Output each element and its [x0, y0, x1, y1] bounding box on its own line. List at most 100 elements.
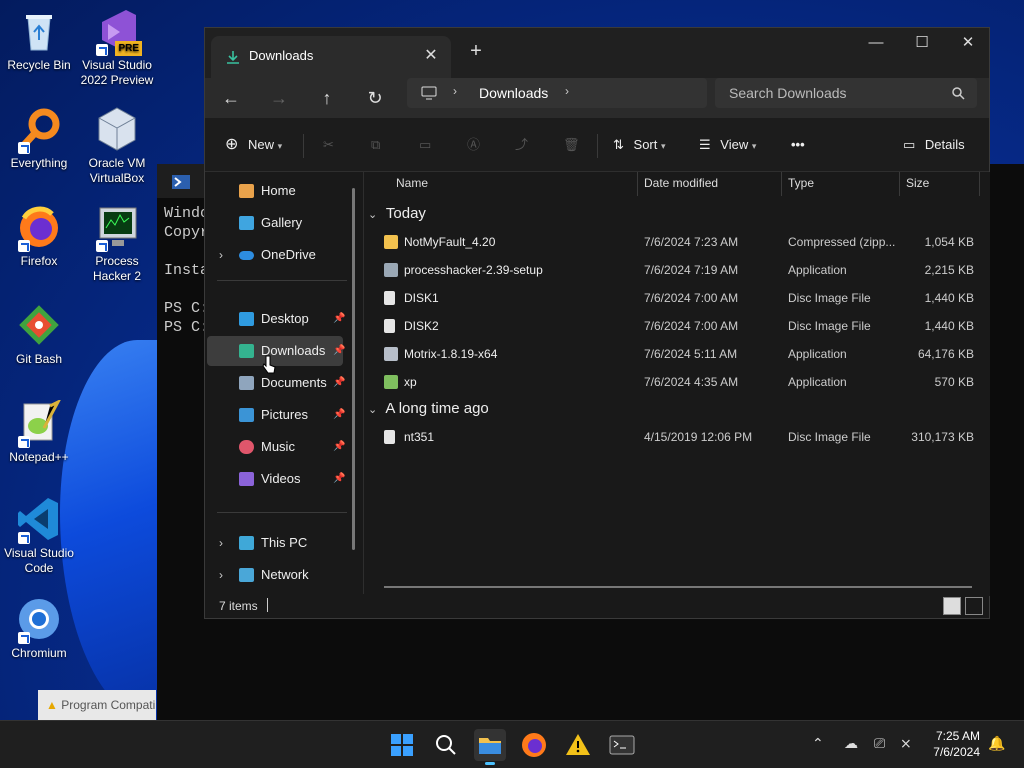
group-header-long-ago[interactable]: ⌄ A long time ago [368, 400, 489, 417]
details-button[interactable]: ▭ Details [903, 132, 965, 158]
taskbar-terminal[interactable] [606, 729, 638, 761]
sort-icon: ⇅ [613, 137, 624, 152]
sidebar-item-onedrive[interactable]: › OneDrive [207, 240, 343, 270]
network-icon[interactable]: ⎚ [874, 735, 885, 752]
pin-icon[interactable]: 📌 [333, 400, 345, 430]
sidebar-item-music[interactable]: Music 📌 [207, 432, 345, 462]
home-icon [239, 184, 254, 198]
view-icon: ☰ [699, 137, 711, 152]
sidebar-item-this-pc[interactable]: › This PC [207, 528, 343, 558]
back-button[interactable]: ← [215, 82, 247, 114]
cut-icon[interactable]: ✂ [323, 132, 334, 158]
copy-icon[interactable]: ⧉ [371, 132, 380, 158]
maximize-button[interactable]: ☐ [899, 28, 945, 60]
file-row[interactable]: nt351 4/15/2019 12:06 PM Disc Image File… [380, 423, 980, 451]
sidebar-item-network[interactable]: › Network [207, 560, 343, 590]
more-options-button[interactable]: ••• [791, 132, 805, 158]
chevron-right-icon[interactable]: › [565, 84, 569, 98]
close-window-button[interactable]: ✕ [945, 28, 991, 60]
column-header-size[interactable]: Size [900, 172, 980, 196]
forward-button[interactable]: → [263, 82, 295, 114]
chevron-right-icon[interactable]: › [219, 240, 223, 270]
chevron-right-icon[interactable]: › [219, 528, 223, 558]
desktop-icon-git-bash[interactable]: Git Bash [0, 302, 78, 367]
taskbar-firefox[interactable] [518, 729, 550, 761]
desktop-icon-vscode[interactable]: Visual Studio Code [0, 496, 78, 576]
refresh-button[interactable]: ↻ [359, 82, 391, 114]
chevron-right-icon[interactable]: › [219, 560, 223, 590]
share-icon[interactable]: ⤴ [515, 132, 528, 158]
file-row[interactable]: NotMyFault_4.20 7/6/2024 7:23 AM Compres… [380, 228, 980, 256]
compat-assistant-notice[interactable]: ▲ Program Compatibility Assistant [38, 690, 156, 720]
sort-button[interactable]: ⇅ Sort ▾ [613, 132, 666, 158]
taskbar-compat-assistant[interactable] [562, 729, 594, 761]
group-header-today[interactable]: ⌄ Today [368, 205, 426, 222]
chromium-icon [16, 596, 62, 644]
pin-icon[interactable]: 📌 [333, 304, 345, 334]
pin-icon[interactable]: 📌 [333, 464, 345, 494]
chevron-down-icon: ⌄ [368, 209, 378, 221]
delete-icon[interactable]: 🗑 [563, 132, 580, 158]
tiles-view-icon[interactable] [965, 597, 983, 615]
desktop-icon-label: Visual Studio Code [4, 546, 74, 575]
column-header-name[interactable]: Name [390, 172, 638, 196]
shortcut-arrow-icon [18, 436, 30, 448]
desktop-icon-notepad-plus-plus[interactable]: Notepad++ [0, 398, 78, 465]
desktop-icon-virtualbox[interactable]: Oracle VM VirtualBox [78, 106, 156, 186]
pictures-folder-icon [239, 408, 254, 422]
taskbar-file-explorer[interactable] [474, 729, 506, 765]
rename-icon[interactable]: Ⓐ [467, 132, 480, 158]
notification-bell-icon[interactable]: 🔔 [988, 735, 1005, 752]
desktop-icon-label: Process Hacker 2 [92, 254, 142, 283]
new-tab-button[interactable]: + [463, 40, 489, 63]
desktop-icon-chromium[interactable]: Chromium [0, 596, 78, 661]
sidebar-item-pictures[interactable]: Pictures 📌 [207, 400, 345, 430]
sidebar-item-gallery[interactable]: Gallery [207, 208, 343, 238]
compat-notice-label: Program Compatibility Assistant [61, 698, 156, 712]
up-button[interactable]: ↑ [311, 82, 343, 114]
desktop-icon-firefox[interactable]: Firefox [0, 204, 78, 269]
file-row[interactable]: xp 7/6/2024 4:35 AM Application 570 KB [380, 368, 980, 396]
volume-icon[interactable]: ⨯ [900, 735, 912, 752]
desktop-icon-recycle-bin[interactable]: Recycle Bin [0, 8, 78, 73]
tab-downloads[interactable]: Downloads ✕ [211, 36, 451, 78]
new-button[interactable]: ⊕ New ▾ [225, 132, 282, 158]
search-input[interactable]: Search Downloads [715, 78, 977, 108]
start-button[interactable] [386, 729, 418, 761]
minimize-button[interactable]: — [853, 28, 899, 60]
paste-icon[interactable]: ▭ [419, 132, 431, 158]
pin-icon[interactable]: 📌 [333, 336, 345, 366]
column-header-type[interactable]: Type [782, 172, 900, 196]
file-row[interactable]: DISK2 7/6/2024 7:00 AM Disc Image File 1… [380, 312, 980, 340]
pin-icon[interactable]: 📌 [333, 368, 345, 398]
onedrive-sync-icon[interactable]: ☁ [844, 735, 858, 752]
music-folder-icon [239, 440, 254, 454]
show-hidden-icons-button[interactable]: ⌃ [812, 735, 824, 752]
search-icon [436, 735, 456, 755]
sidebar-scrollbar[interactable] [352, 188, 355, 550]
column-header-date[interactable]: Date modified [638, 172, 782, 196]
file-row[interactable]: DISK1 7/6/2024 7:00 AM Disc Image File 1… [380, 284, 980, 312]
taskbar-search-button[interactable] [430, 729, 462, 761]
desktop-icon-visual-studio-preview[interactable]: PRE Visual Studio 2022 Preview [78, 8, 156, 88]
desktop-icon-process-hacker[interactable]: Process Hacker 2 [78, 204, 156, 284]
sidebar-item-home[interactable]: Home [207, 176, 343, 206]
status-bar: 7 items [205, 594, 989, 618]
toolbar-divider [303, 134, 304, 158]
file-row[interactable]: processhacker-2.39-setup 7/6/2024 7:19 A… [380, 256, 980, 284]
sidebar-item-videos[interactable]: Videos 📌 [207, 464, 345, 494]
firefox-icon [16, 204, 62, 252]
file-row[interactable]: Motrix-1.8.19-x64 7/6/2024 5:11 AM Appli… [380, 340, 980, 368]
close-tab-icon[interactable]: ✕ [417, 42, 445, 70]
breadcrumb[interactable]: Downloads [479, 85, 548, 101]
desktop-icon-label: Oracle VM VirtualBox [88, 156, 146, 185]
virtualbox-icon [94, 106, 140, 152]
pin-icon[interactable]: 📌 [333, 432, 345, 462]
details-view-icon[interactable] [943, 597, 961, 615]
view-button[interactable]: ☰ View ▾ [699, 132, 756, 158]
clock[interactable]: 7:25 AM 7/6/2024 [926, 728, 980, 760]
address-bar[interactable]: › Downloads › [407, 78, 707, 108]
horizontal-scrollbar[interactable] [384, 586, 972, 588]
sidebar-item-desktop[interactable]: Desktop 📌 [207, 304, 345, 334]
desktop-icon-everything[interactable]: Everything [0, 106, 78, 171]
